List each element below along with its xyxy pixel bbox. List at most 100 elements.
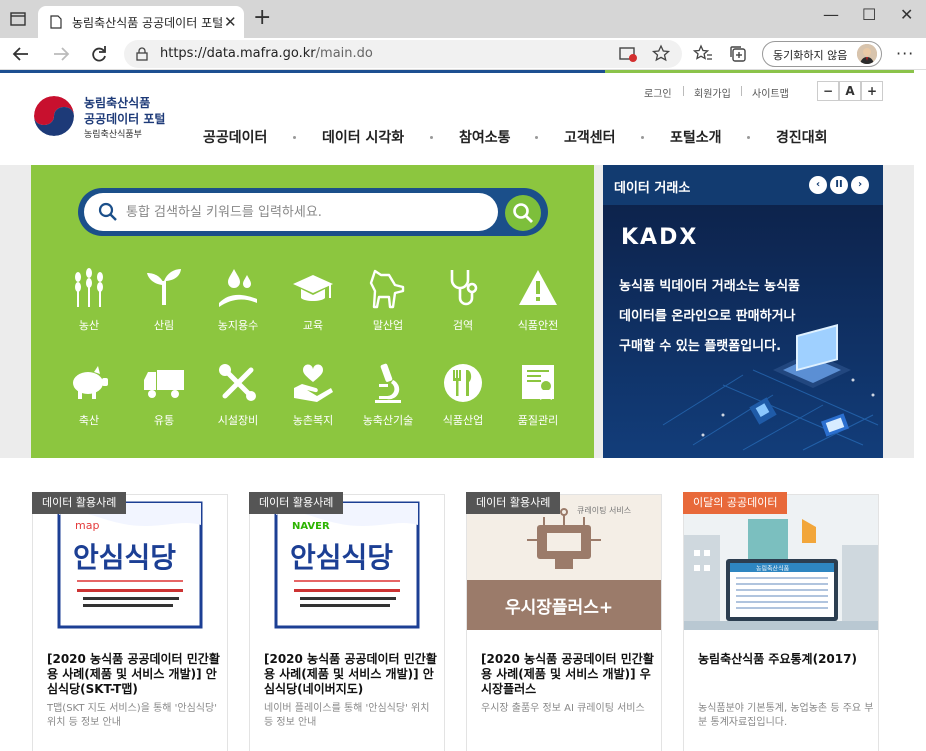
profile-avatar (857, 44, 877, 64)
card-description: 농식품분야 기본통계, 농업농촌 등 주요 부분 통계자료집입니다. (698, 703, 874, 728)
tab-close-button[interactable]: ✕ (224, 14, 237, 30)
card-description: T맵(SKT 지도 서비스)을 통해 '안심식당' 위치 등 정보 안내 (47, 703, 217, 728)
category-label: 검역 (452, 319, 474, 332)
search-input-wrap (84, 193, 498, 231)
card-description: 네이버 플레이스를 통해 '안심식당' 위치 등 정보 안내 (264, 703, 430, 728)
thumb-title-text: 농림축산식품 (756, 565, 790, 573)
favorites-icon[interactable] (693, 44, 713, 64)
card-title: 농림축산식품 주요통계(2017) (698, 652, 857, 666)
url-text: https://data.mafra.go.kr/main.do (160, 46, 373, 61)
maximize-button[interactable]: ☐ (862, 5, 876, 24)
search-category-panel: 농산 산림 농지용수 교육 말산업 (31, 165, 594, 458)
avatar-icon (857, 44, 877, 64)
category-agriculture[interactable]: 농산 (54, 267, 124, 337)
collections-icon[interactable] (728, 44, 748, 64)
refresh-icon[interactable] (88, 44, 110, 64)
category-label: 시설장비 (217, 414, 259, 427)
category-education[interactable]: 교육 (278, 267, 348, 337)
gnb-dot (293, 136, 296, 139)
gnb-visualization[interactable]: 데이터 시각화 (322, 127, 404, 147)
stethoscope-icon (450, 270, 478, 306)
category-livestock[interactable]: 축산 (54, 362, 124, 432)
browser-toolbar: https://data.mafra.go.kr/main.do 동기화하지 않… (0, 38, 926, 70)
page-scrollbar[interactable] (914, 70, 926, 751)
login-link[interactable]: 로그인 (644, 85, 672, 100)
page-icon (50, 15, 62, 29)
search-input[interactable] (126, 201, 486, 223)
slide-next-button[interactable]: › (851, 176, 869, 194)
blocked-popup-icon[interactable] (618, 44, 638, 64)
certificate-icon (522, 365, 554, 400)
card-title: [2020 농식품 공공데이터 민간활용 사례(제품 및 서비스 개발)] 우시… (481, 652, 654, 696)
card-badge: 데이터 활용사례 (466, 492, 561, 514)
category-farmland-water[interactable]: 농지용수 (203, 267, 273, 337)
font-increase-button[interactable]: + (861, 81, 883, 101)
settings-more-button[interactable]: ··· (896, 44, 914, 63)
slide-prev-button[interactable]: ‹ (809, 176, 827, 194)
card-description: 우시장 출품우 정보 AI 큐레이팅 서비스 (481, 703, 645, 714)
category-agri-tech[interactable]: 농축산기술 (353, 362, 423, 432)
forward-arrow-icon[interactable] (50, 44, 72, 64)
sprout-icon (147, 269, 181, 305)
category-label: 식품안전 (517, 319, 559, 332)
card-badge: 이달의 공공데이터 (683, 492, 788, 514)
signup-link[interactable]: 회원가입 (694, 85, 731, 100)
font-decrease-button[interactable]: − (817, 81, 839, 101)
truck-icon (144, 370, 184, 398)
tmap-brand: map (75, 519, 99, 532)
horse-icon (369, 269, 405, 309)
graduation-cap-icon (293, 275, 333, 301)
heart-hand-icon (294, 364, 333, 402)
thumb-title-text: 우시장플러스+ (505, 598, 613, 618)
tab-actions-icon[interactable] (8, 9, 28, 29)
back-arrow-icon[interactable] (10, 44, 32, 64)
card-safe-restaurant-naver[interactable]: NAVER 안심식당 데이터 활용사례 [2020 농식품 공공데이터 민간활용… (249, 492, 445, 751)
category-facility-equipment[interactable]: 시설장비 (203, 362, 273, 432)
card-badge: 데이터 활용사례 (32, 492, 127, 514)
new-tab-button[interactable]: + (253, 7, 271, 29)
gnb-dot (641, 136, 644, 139)
util-divider (683, 86, 684, 96)
close-window-button[interactable]: ✕ (900, 5, 913, 24)
pig-icon (73, 366, 108, 399)
search-submit-button[interactable] (505, 195, 541, 231)
fork-knife-icon (444, 364, 482, 402)
slide-pause-button[interactable]: II (830, 176, 848, 194)
minimize-button[interactable]: — (823, 5, 839, 24)
gnb-contest[interactable]: 경진대회 (776, 127, 828, 147)
category-food-industry[interactable]: 식품산업 (428, 362, 498, 432)
font-reset-button[interactable]: A (839, 81, 861, 101)
add-favorite-icon[interactable] (651, 44, 671, 64)
data-exchange-banner[interactable]: 데이터 거래소 ‹ II › KADX 농식품 빅데이터 거래소는 농식품 데이… (603, 165, 883, 458)
profile-sync-button[interactable]: 동기화하지 않음 (762, 41, 882, 67)
category-quarantine[interactable]: 검역 (428, 267, 498, 337)
category-distribution[interactable]: 유통 (129, 362, 199, 432)
category-label: 식품산업 (442, 414, 484, 427)
card-monthly-statistics[interactable]: 농림축산식품 이달의 공공데이터 농림축산식품 주요통계(2017) 농식품분야… (683, 492, 879, 751)
gnb-public-data[interactable]: 공공데이터 (203, 127, 267, 147)
sitemap-link[interactable]: 사이트맵 (752, 85, 789, 100)
category-horse-industry[interactable]: 말산업 (353, 267, 423, 337)
browser-tab[interactable]: 농림축산식품 공공데이터 포털 ✕ (38, 6, 244, 38)
sync-label: 동기화하지 않음 (773, 49, 848, 62)
kadx-logo: KADX (621, 225, 699, 250)
card-title: [2020 농식품 공공데이터 민간활용 사례(제품 및 서비스 개발)] 안심… (264, 652, 437, 696)
top-accent-line (0, 70, 926, 73)
tab-title: 농림축산식품 공공데이터 포털 (72, 16, 224, 30)
category-forestry[interactable]: 산림 (129, 267, 199, 337)
cattle-market-image: 큐레이팅 서비스 우시장플러스+ (467, 495, 661, 630)
gnb-customer-center[interactable]: 고객센터 (564, 127, 616, 147)
category-rural-welfare[interactable]: 농촌복지 (278, 362, 348, 432)
address-bar[interactable]: https://data.mafra.go.kr/main.do (124, 40, 682, 68)
gnb-participation[interactable]: 참여소통 (459, 127, 511, 147)
warning-icon (519, 270, 557, 305)
card-safe-restaurant-tmap[interactable]: map 안심식당 데이터 활용사례 [2020 농식품 공공데이터 민간활용 사… (32, 492, 228, 751)
card-cattle-market-plus[interactable]: 큐레이팅 서비스 우시장플러스+ 데이터 활용사례 [2020 농식품 공공데이… (466, 492, 662, 751)
tools-icon (219, 364, 256, 401)
gnb-portal-intro[interactable]: 포털소개 (670, 127, 722, 147)
site-logo[interactable]: 농림축산식품 공공데이터 포털 농림축산식품부 (30, 92, 170, 140)
naver-brand: NAVER (292, 521, 330, 532)
category-quality-control[interactable]: 품질관리 (503, 362, 573, 432)
category-food-safety[interactable]: 식품안전 (503, 267, 573, 337)
data-exchange-title: 데이터 거래소 (614, 181, 691, 196)
